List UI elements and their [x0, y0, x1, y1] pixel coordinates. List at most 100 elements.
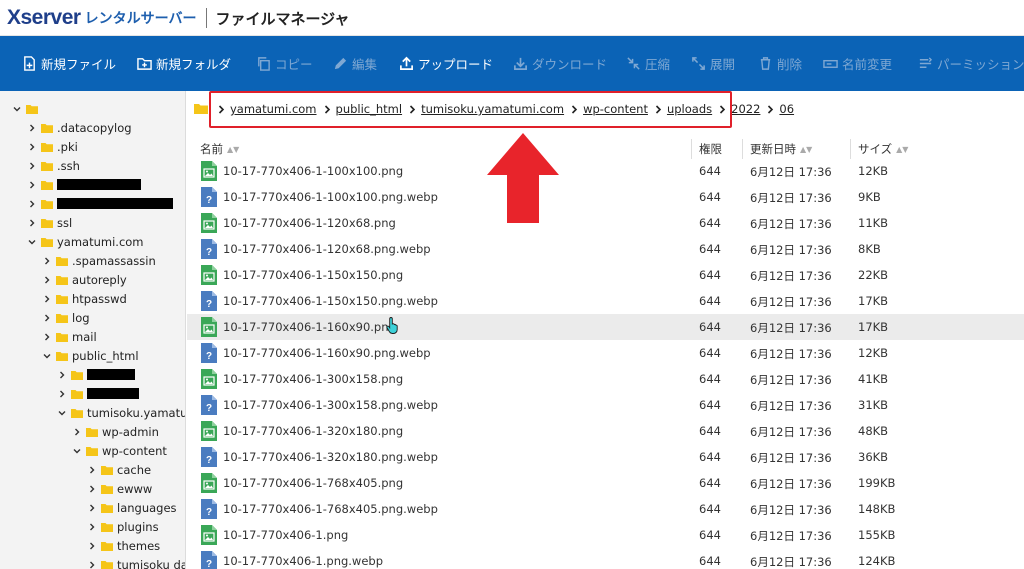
edit-button[interactable]: 編集 — [333, 36, 377, 91]
delete-button[interactable]: 削除 — [758, 36, 802, 91]
tree-item[interactable]: htpasswd — [42, 289, 127, 308]
copy-button[interactable]: コピー — [256, 36, 313, 91]
tree-item[interactable]: public_html — [42, 346, 139, 365]
tree-item[interactable]: ssl — [27, 213, 72, 232]
tree-item[interactable]: wp-admin — [72, 422, 159, 441]
chevron-right-icon[interactable] — [27, 142, 37, 152]
file-row[interactable]: ? 10-17-770x406-1-768x405.png.webp 644 6月12… — [187, 496, 1024, 522]
tree-item[interactable]: yamatumi.com — [27, 232, 144, 251]
tree-item[interactable]: tumisoku datal — [87, 555, 185, 569]
tree-item[interactable] — [12, 99, 42, 118]
file-name[interactable]: 10-17-770x406-1-300x158.png — [223, 372, 403, 386]
extract-button[interactable]: 展開 — [691, 36, 735, 91]
file-row[interactable]: 10-17-770x406-1-100x100.png 644 6月12日 17:3… — [187, 158, 1024, 184]
file-name[interactable]: 10-17-770x406-1.png.webp — [223, 554, 383, 568]
file-row[interactable]: ? 10-17-770x406-1-320x180.png.webp 644 6月12… — [187, 444, 1024, 470]
column-name-header[interactable]: 名前 ▲▼ — [200, 141, 239, 157]
file-name[interactable]: 10-17-770x406-1.png — [223, 528, 348, 542]
chevron-right-icon[interactable] — [87, 522, 97, 532]
chevron-down-icon[interactable] — [72, 446, 82, 456]
file-row[interactable]: 10-17-770x406-1-160x90.png 644 6月12日 17:36… — [187, 314, 1024, 340]
download-button[interactable]: ダウンロード — [513, 36, 607, 91]
chevron-down-icon[interactable] — [42, 351, 52, 361]
brand-logo[interactable]: Xserver レンタルサーバー ファイルマネージャ — [7, 5, 349, 31]
new-folder-button[interactable]: 新規フォルダ — [137, 36, 231, 91]
file-name[interactable]: 10-17-770x406-1-320x180.png.webp — [223, 450, 438, 464]
tree-item[interactable]: .datacopylog — [27, 118, 132, 137]
file-row[interactable]: ? 10-17-770x406-1-150x150.png.webp 644 6月12… — [187, 288, 1024, 314]
chevron-right-icon[interactable] — [27, 199, 37, 209]
file-row[interactable]: 10-17-770x406-1-768x405.png 644 6月12日 17:3… — [187, 470, 1024, 496]
tree-item[interactable] — [57, 365, 135, 384]
chevron-right-icon[interactable] — [87, 560, 97, 569]
folder-icon[interactable] — [194, 103, 208, 114]
tree-item[interactable]: tumisoku.yamatumi. — [57, 403, 185, 422]
file-row[interactable]: ? 10-17-770x406-1.png.webp 644 6月12日 17:36 1… — [187, 548, 1024, 569]
column-date-header[interactable]: 更新日時 ▲▼ — [750, 141, 812, 157]
tree-item[interactable] — [27, 194, 173, 213]
tree-item[interactable]: .ssh — [27, 156, 80, 175]
file-name[interactable]: 10-17-770x406-1-320x180.png — [223, 424, 403, 438]
file-name[interactable]: 10-17-770x406-1-768x405.png.webp — [223, 502, 438, 516]
file-name[interactable]: 10-17-770x406-1-120x68.png — [223, 216, 396, 230]
chevron-down-icon[interactable] — [27, 237, 37, 247]
chevron-right-icon[interactable] — [42, 256, 52, 266]
upload-button[interactable]: アップロード — [399, 36, 493, 91]
tree-item[interactable]: ewww — [87, 479, 152, 498]
file-row[interactable]: ? 10-17-770x406-1-160x90.png.webp 644 6月12日… — [187, 340, 1024, 366]
chevron-right-icon[interactable] — [87, 465, 97, 475]
tree-item[interactable]: .spamassassin — [42, 251, 156, 270]
chevron-right-icon[interactable] — [27, 123, 37, 133]
chevron-right-icon[interactable] — [27, 180, 37, 190]
compress-button[interactable]: 圧縮 — [626, 36, 670, 91]
file-name[interactable]: 10-17-770x406-1-160x90.png — [223, 320, 396, 334]
file-row[interactable]: ? 10-17-770x406-1-100x100.png.webp 644 6月12… — [187, 184, 1024, 210]
chevron-right-icon[interactable] — [42, 313, 52, 323]
file-name[interactable]: 10-17-770x406-1-768x405.png — [223, 476, 403, 490]
tree-item[interactable]: cache — [87, 460, 151, 479]
file-row[interactable]: 10-17-770x406-1-150x150.png 644 6月12日 17:3… — [187, 262, 1024, 288]
chevron-right-icon[interactable] — [57, 370, 67, 380]
new-file-button[interactable]: 新規ファイル — [22, 36, 116, 91]
tree-item[interactable]: themes — [87, 536, 160, 555]
chevron-right-icon[interactable] — [57, 389, 67, 399]
file-row[interactable]: 10-17-770x406-1-120x68.png 644 6月12日 17:36… — [187, 210, 1024, 236]
tree-item[interactable]: plugins — [87, 517, 159, 536]
file-name[interactable]: 10-17-770x406-1-150x150.png.webp — [223, 294, 438, 308]
chevron-right-icon[interactable] — [72, 427, 82, 437]
chevron-right-icon[interactable] — [87, 541, 97, 551]
chevron-right-icon[interactable] — [42, 294, 52, 304]
file-name[interactable]: 10-17-770x406-1-100x100.png.webp — [223, 190, 438, 204]
file-row[interactable]: 10-17-770x406-1.png 644 6月12日 17:36 155KB — [187, 522, 1024, 548]
chevron-down-icon[interactable] — [57, 408, 67, 418]
file-row[interactable]: 10-17-770x406-1-300x158.png 644 6月12日 17:3… — [187, 366, 1024, 392]
file-name[interactable]: 10-17-770x406-1-100x100.png — [223, 164, 403, 178]
file-row[interactable]: ? 10-17-770x406-1-300x158.png.webp 644 6月12… — [187, 392, 1024, 418]
tree-item[interactable]: autoreply — [42, 270, 127, 289]
chevron-right-icon[interactable] — [87, 484, 97, 494]
file-name[interactable]: 10-17-770x406-1-160x90.png.webp — [223, 346, 431, 360]
column-size-header[interactable]: サイズ ▲▼ — [858, 141, 908, 157]
tree-item[interactable]: wp-content — [72, 441, 167, 460]
rename-button[interactable]: 名前変更 — [823, 36, 892, 91]
chevron-right-icon[interactable] — [27, 161, 37, 171]
tree-item[interactable]: log — [42, 308, 90, 327]
column-perm-header[interactable]: 権限 — [699, 141, 722, 157]
tree-item[interactable] — [27, 175, 141, 194]
tree-item[interactable] — [57, 384, 139, 403]
breadcrumb-link[interactable]: 2022 — [731, 102, 760, 116]
chevron-down-icon[interactable] — [12, 104, 22, 114]
tree-item[interactable]: .pki — [27, 137, 78, 156]
file-name[interactable]: 10-17-770x406-1-120x68.png.webp — [223, 242, 431, 256]
permission-button[interactable]: パーミッション変 — [918, 36, 1024, 91]
file-row[interactable]: 10-17-770x406-1-320x180.png 644 6月12日 17:3… — [187, 418, 1024, 444]
chevron-right-icon[interactable] — [27, 218, 37, 228]
file-row[interactable]: ? 10-17-770x406-1-120x68.png.webp 644 6月12日… — [187, 236, 1024, 262]
tree-item[interactable]: mail — [42, 327, 97, 346]
chevron-right-icon[interactable] — [87, 503, 97, 513]
chevron-right-icon[interactable] — [42, 275, 52, 285]
file-name[interactable]: 10-17-770x406-1-300x158.png.webp — [223, 398, 438, 412]
file-name[interactable]: 10-17-770x406-1-150x150.png — [223, 268, 403, 282]
chevron-right-icon[interactable] — [42, 332, 52, 342]
breadcrumb-link[interactable]: 06 — [779, 102, 794, 116]
